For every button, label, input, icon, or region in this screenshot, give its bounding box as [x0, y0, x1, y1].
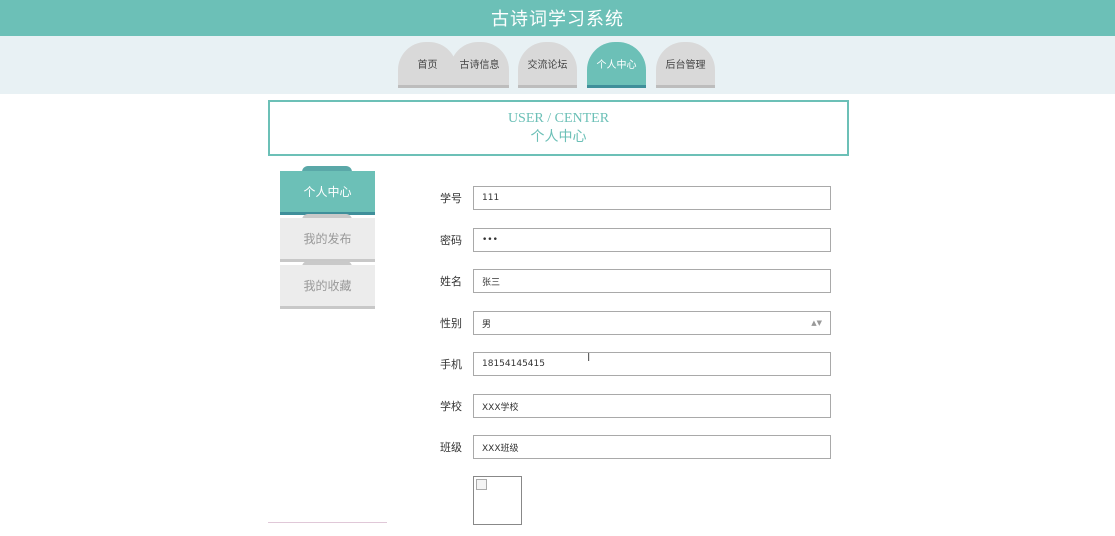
banner-title-en: USER / CENTER	[507, 111, 610, 126]
name-label: 姓名	[440, 275, 462, 288]
app-title: 古诗词学习系统	[491, 9, 624, 30]
school-value: XXX学校	[482, 402, 519, 413]
broken-image-icon	[476, 479, 487, 490]
password-value: •••	[482, 235, 498, 245]
user-center-banner: USER / CENTER 个人中心	[268, 100, 849, 156]
school-field[interactable]: XXX学校	[473, 394, 831, 418]
password-field[interactable]: •••	[473, 228, 831, 252]
sidebar-item-my-favorites[interactable]: 我的收藏	[280, 265, 375, 309]
phone-field[interactable]: 18154145415	[473, 352, 831, 376]
phone-value: 18154145415	[482, 359, 545, 369]
text-cursor-icon: I	[587, 351, 591, 364]
password-label: 密码	[440, 234, 462, 247]
student-id-value: 111	[482, 193, 500, 203]
tab-home[interactable]: 首页	[398, 42, 457, 88]
student-id-field[interactable]: 111	[473, 186, 831, 210]
school-label: 学校	[440, 400, 462, 413]
avatar-image[interactable]	[473, 476, 522, 525]
divider	[268, 522, 387, 523]
gender-select[interactable]: 男 ▲▼	[473, 311, 831, 335]
name-field[interactable]: 张三	[473, 269, 831, 293]
gender-label: 性别	[440, 317, 462, 330]
tab-admin[interactable]: 后台管理	[656, 42, 715, 88]
tab-user-center[interactable]: 个人中心	[587, 42, 646, 88]
class-field[interactable]: XXX班级	[473, 435, 831, 459]
name-value: 张三	[482, 277, 501, 288]
banner-title-cn: 个人中心	[530, 129, 587, 145]
app-header: 古诗词学习系统	[0, 0, 1115, 36]
sidebar-item-my-posts[interactable]: 我的发布	[280, 218, 375, 262]
class-label: 班级	[440, 441, 462, 454]
sidebar-item-user-center[interactable]: 个人中心	[280, 171, 375, 215]
select-arrow-icon: ▲▼	[811, 319, 822, 327]
phone-label: 手机	[440, 358, 462, 371]
tab-poem-info[interactable]: 古诗信息	[450, 42, 509, 88]
gender-value: 男	[482, 319, 492, 330]
student-id-label: 学号	[440, 192, 462, 205]
tab-forum[interactable]: 交流论坛	[518, 42, 577, 88]
class-value: XXX班级	[482, 443, 519, 454]
